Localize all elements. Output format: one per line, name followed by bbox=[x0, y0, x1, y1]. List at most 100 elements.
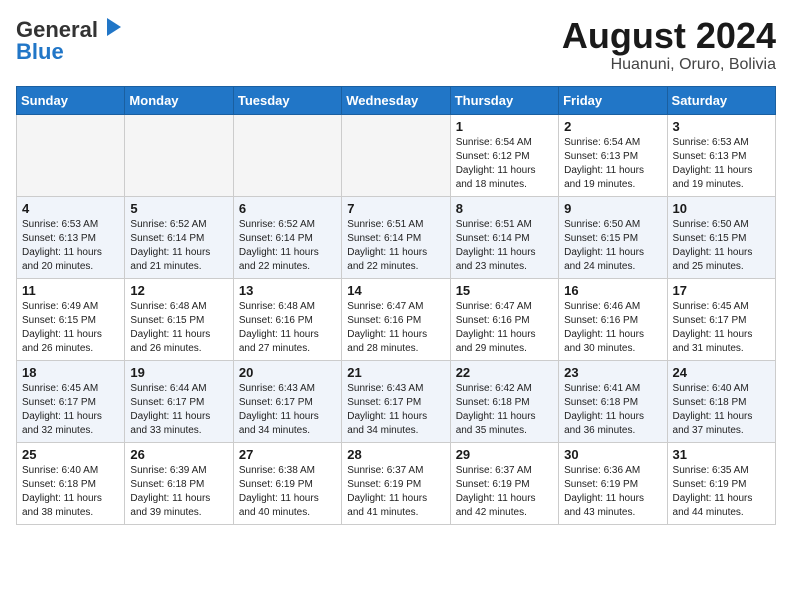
day-info: Sunrise: 6:42 AM Sunset: 6:18 PM Dayligh… bbox=[456, 382, 553, 438]
column-header-friday: Friday bbox=[559, 86, 667, 114]
calendar-cell: 15Sunrise: 6:47 AM Sunset: 6:16 PM Dayli… bbox=[450, 278, 558, 360]
calendar-cell: 8 Sunrise: 6:51 AM Sunset: 6:14 PM Daylig… bbox=[450, 196, 558, 278]
day-number: 25 bbox=[22, 447, 119, 462]
calendar-cell: 30Sunrise: 6:36 AM Sunset: 6:19 PM Dayli… bbox=[559, 442, 667, 524]
week-row-2: 4Sunrise: 6:53 AM Sunset: 6:13 PM Daylig… bbox=[17, 196, 776, 278]
day-info: Sunrise: 6:48 AM Sunset: 6:15 PM Dayligh… bbox=[130, 300, 227, 356]
day-number: 18 bbox=[22, 365, 119, 380]
day-number: 14 bbox=[347, 283, 444, 298]
day-number: 9 bbox=[564, 201, 661, 216]
day-info: Sunrise: 6:53 AM Sunset: 6:13 PM Dayligh… bbox=[673, 136, 770, 192]
day-info: Sunrise: 6:51 AM Sunset: 6:14 PM Dayligh… bbox=[347, 218, 444, 274]
calendar-cell: 4Sunrise: 6:53 AM Sunset: 6:13 PM Daylig… bbox=[17, 196, 125, 278]
day-info: Sunrise: 6:48 AM Sunset: 6:16 PM Dayligh… bbox=[239, 300, 336, 356]
calendar-cell: 17 Sunrise: 6:45 AM Sunset: 6:17 PM Dayli… bbox=[667, 278, 775, 360]
day-number: 27 bbox=[239, 447, 336, 462]
day-number: 17 bbox=[673, 283, 770, 298]
day-info: Sunrise: 6:37 AM Sunset: 6:19 PM Dayligh… bbox=[456, 464, 553, 520]
day-number: 2 bbox=[564, 119, 661, 134]
calendar-cell: 26 Sunrise: 6:39 AM Sunset: 6:18 PM Dayli… bbox=[125, 442, 233, 524]
day-number: 15 bbox=[456, 283, 553, 298]
day-info: Sunrise: 6:50 AM Sunset: 6:15 PM Dayligh… bbox=[673, 218, 770, 274]
day-number: 24 bbox=[673, 365, 770, 380]
calendar-cell: 3 Sunrise: 6:53 AM Sunset: 6:13 PM Daylig… bbox=[667, 114, 775, 196]
calendar-table: SundayMondayTuesdayWednesdayThursdayFrid… bbox=[16, 86, 776, 525]
day-info: Sunrise: 6:39 AM Sunset: 6:18 PM Dayligh… bbox=[130, 464, 227, 520]
calendar-cell: 16Sunrise: 6:46 AM Sunset: 6:16 PM Dayli… bbox=[559, 278, 667, 360]
calendar-cell: 6Sunrise: 6:52 AM Sunset: 6:14 PM Daylig… bbox=[233, 196, 341, 278]
calendar-cell: 11Sunrise: 6:49 AM Sunset: 6:15 PM Dayli… bbox=[17, 278, 125, 360]
page-header: General Blue August 2024 Huanuni, Oruro,… bbox=[16, 16, 776, 74]
day-info: Sunrise: 6:54 AM Sunset: 6:12 PM Dayligh… bbox=[456, 136, 553, 192]
day-number: 26 bbox=[130, 447, 227, 462]
week-row-5: 25 Sunrise: 6:40 AM Sunset: 6:18 PM Dayli… bbox=[17, 442, 776, 524]
calendar-cell: 14Sunrise: 6:47 AM Sunset: 6:16 PM Dayli… bbox=[342, 278, 450, 360]
calendar-cell bbox=[233, 114, 341, 196]
day-info: Sunrise: 6:52 AM Sunset: 6:14 PM Dayligh… bbox=[239, 218, 336, 274]
calendar-cell: 19Sunrise: 6:44 AM Sunset: 6:17 PM Dayli… bbox=[125, 360, 233, 442]
day-info: Sunrise: 6:52 AM Sunset: 6:14 PM Dayligh… bbox=[130, 218, 227, 274]
day-number: 21 bbox=[347, 365, 444, 380]
logo-blue-icon bbox=[101, 16, 123, 43]
day-number: 30 bbox=[564, 447, 661, 462]
calendar-cell: 20 Sunrise: 6:43 AM Sunset: 6:17 PM Dayli… bbox=[233, 360, 341, 442]
calendar-cell: 25 Sunrise: 6:40 AM Sunset: 6:18 PM Dayli… bbox=[17, 442, 125, 524]
day-number: 11 bbox=[22, 283, 119, 298]
column-header-sunday: Sunday bbox=[17, 86, 125, 114]
logo-blue-text: Blue bbox=[16, 39, 64, 65]
day-number: 22 bbox=[456, 365, 553, 380]
day-info: Sunrise: 6:40 AM Sunset: 6:18 PM Dayligh… bbox=[22, 464, 119, 520]
calendar-cell: 9 Sunrise: 6:50 AM Sunset: 6:15 PM Daylig… bbox=[559, 196, 667, 278]
calendar-cell: 24Sunrise: 6:40 AM Sunset: 6:18 PM Dayli… bbox=[667, 360, 775, 442]
calendar-cell: 10 Sunrise: 6:50 AM Sunset: 6:15 PM Dayli… bbox=[667, 196, 775, 278]
day-number: 28 bbox=[347, 447, 444, 462]
day-info: Sunrise: 6:35 AM Sunset: 6:19 PM Dayligh… bbox=[673, 464, 770, 520]
title-block: August 2024 Huanuni, Oruro, Bolivia bbox=[562, 16, 776, 74]
day-info: Sunrise: 6:54 AM Sunset: 6:13 PM Dayligh… bbox=[564, 136, 661, 192]
week-row-3: 11Sunrise: 6:49 AM Sunset: 6:15 PM Dayli… bbox=[17, 278, 776, 360]
day-number: 20 bbox=[239, 365, 336, 380]
calendar-cell: 12Sunrise: 6:48 AM Sunset: 6:15 PM Dayli… bbox=[125, 278, 233, 360]
calendar-header-row: SundayMondayTuesdayWednesdayThursdayFrid… bbox=[17, 86, 776, 114]
calendar-cell: 29 Sunrise: 6:37 AM Sunset: 6:19 PM Dayli… bbox=[450, 442, 558, 524]
calendar-cell: 18 Sunrise: 6:45 AM Sunset: 6:17 PM Dayli… bbox=[17, 360, 125, 442]
calendar-cell: 27Sunrise: 6:38 AM Sunset: 6:19 PM Dayli… bbox=[233, 442, 341, 524]
column-header-saturday: Saturday bbox=[667, 86, 775, 114]
day-number: 13 bbox=[239, 283, 336, 298]
day-info: Sunrise: 6:51 AM Sunset: 6:14 PM Dayligh… bbox=[456, 218, 553, 274]
column-header-wednesday: Wednesday bbox=[342, 86, 450, 114]
day-number: 23 bbox=[564, 365, 661, 380]
day-info: Sunrise: 6:37 AM Sunset: 6:19 PM Dayligh… bbox=[347, 464, 444, 520]
day-number: 3 bbox=[673, 119, 770, 134]
calendar-cell bbox=[342, 114, 450, 196]
day-info: Sunrise: 6:45 AM Sunset: 6:17 PM Dayligh… bbox=[22, 382, 119, 438]
day-number: 10 bbox=[673, 201, 770, 216]
calendar-cell: 22 Sunrise: 6:42 AM Sunset: 6:18 PM Dayli… bbox=[450, 360, 558, 442]
week-row-1: 1Sunrise: 6:54 AM Sunset: 6:12 PM Daylig… bbox=[17, 114, 776, 196]
calendar-body: 1Sunrise: 6:54 AM Sunset: 6:12 PM Daylig… bbox=[17, 114, 776, 524]
day-number: 4 bbox=[22, 201, 119, 216]
calendar-cell: 1Sunrise: 6:54 AM Sunset: 6:12 PM Daylig… bbox=[450, 114, 558, 196]
calendar-cell: 31Sunrise: 6:35 AM Sunset: 6:19 PM Dayli… bbox=[667, 442, 775, 524]
day-info: Sunrise: 6:50 AM Sunset: 6:15 PM Dayligh… bbox=[564, 218, 661, 274]
column-header-monday: Monday bbox=[125, 86, 233, 114]
week-row-4: 18 Sunrise: 6:45 AM Sunset: 6:17 PM Dayli… bbox=[17, 360, 776, 442]
calendar-cell bbox=[17, 114, 125, 196]
calendar-cell bbox=[125, 114, 233, 196]
day-info: Sunrise: 6:45 AM Sunset: 6:17 PM Dayligh… bbox=[673, 300, 770, 356]
location: Huanuni, Oruro, Bolivia bbox=[562, 56, 776, 74]
day-number: 29 bbox=[456, 447, 553, 462]
calendar-cell: 23 Sunrise: 6:41 AM Sunset: 6:18 PM Dayli… bbox=[559, 360, 667, 442]
day-info: Sunrise: 6:41 AM Sunset: 6:18 PM Dayligh… bbox=[564, 382, 661, 438]
column-header-tuesday: Tuesday bbox=[233, 86, 341, 114]
month-year: August 2024 bbox=[562, 16, 776, 56]
calendar-cell: 2 Sunrise: 6:54 AM Sunset: 6:13 PM Daylig… bbox=[559, 114, 667, 196]
day-number: 8 bbox=[456, 201, 553, 216]
calendar-cell: 28 Sunrise: 6:37 AM Sunset: 6:19 PM Dayli… bbox=[342, 442, 450, 524]
logo: General Blue bbox=[16, 16, 123, 65]
day-number: 5 bbox=[130, 201, 227, 216]
calendar-cell: 21 Sunrise: 6:43 AM Sunset: 6:17 PM Dayli… bbox=[342, 360, 450, 442]
day-info: Sunrise: 6:43 AM Sunset: 6:17 PM Dayligh… bbox=[347, 382, 444, 438]
day-info: Sunrise: 6:43 AM Sunset: 6:17 PM Dayligh… bbox=[239, 382, 336, 438]
day-number: 7 bbox=[347, 201, 444, 216]
